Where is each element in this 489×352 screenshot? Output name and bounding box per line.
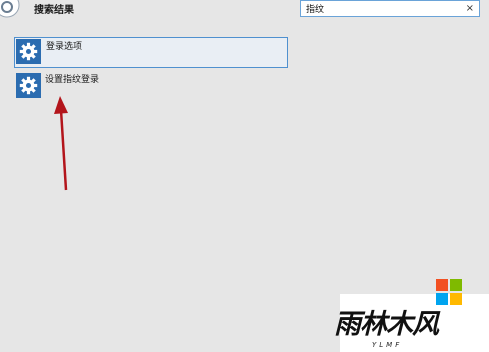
result-label: 登录选项 xyxy=(46,42,83,52)
search-box[interactable]: × xyxy=(300,0,480,17)
watermark: 雨林木风 YLMF xyxy=(328,272,489,352)
search-result-login-options[interactable]: 登录选项 xyxy=(14,37,288,68)
watermark-text: 雨林木风 xyxy=(334,309,439,340)
search-input[interactable] xyxy=(306,2,456,15)
gear-icon xyxy=(19,76,38,95)
result-icon-tile xyxy=(16,39,41,64)
search-result-set-up-fingerprint[interactable]: 设置指纹登录 xyxy=(14,71,214,102)
page-title: 搜索结果 xyxy=(34,5,74,16)
result-label: 设置指纹登录 xyxy=(45,75,100,85)
gear-icon xyxy=(19,42,38,61)
result-icon-tile xyxy=(16,73,41,98)
gear-icon xyxy=(0,0,20,18)
watermark-subtext: YLMF xyxy=(372,341,403,349)
clear-search-button[interactable]: × xyxy=(466,2,474,15)
